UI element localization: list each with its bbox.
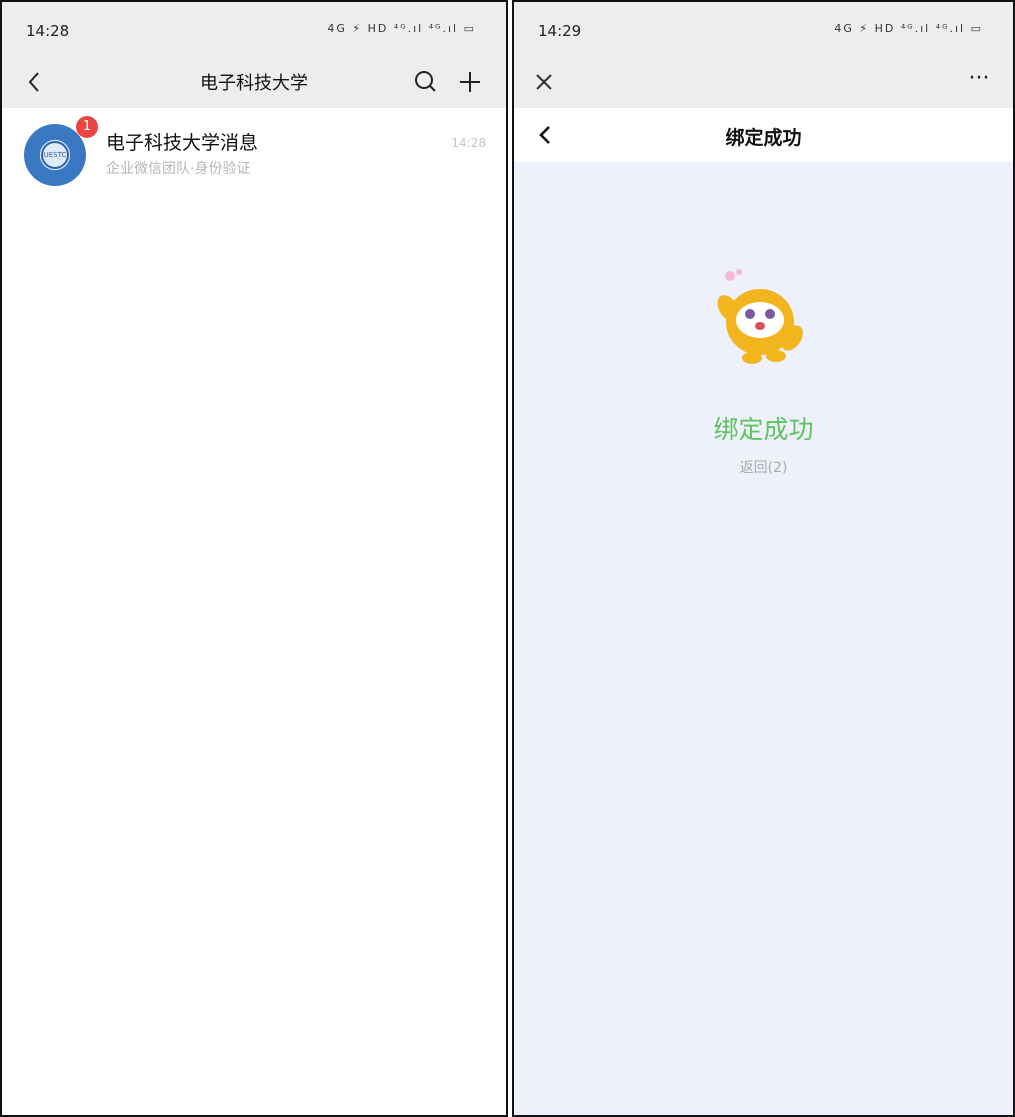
- message-preview: 企业微信团队·身份验证: [106, 161, 251, 177]
- page-title: 绑定成功: [725, 127, 802, 149]
- message-title: 电子科技大学消息: [106, 132, 259, 154]
- page-header: 绑定成功: [514, 108, 1013, 162]
- university-logo-icon: UESTC: [24, 124, 86, 186]
- cheering-mascot-icon: [717, 269, 803, 364]
- status-indicators: 4G ⚡ HD ⁴ᴳ.ıl ⁴ᴳ.ıl ▭: [834, 22, 983, 35]
- plus-icon: [460, 72, 480, 92]
- status-indicators: 4G ⚡ HD ⁴ᴳ.ıl ⁴ᴳ.ıl ▭: [327, 22, 476, 35]
- message-time: 14:28: [451, 136, 486, 150]
- message-row[interactable]: UESTC 1 电子科技大学消息 企业微信团队·身份验证 14:28: [2, 110, 506, 196]
- status-time: 14:28: [26, 22, 70, 40]
- top-bar: ···: [514, 56, 1013, 108]
- search-icon: [415, 71, 436, 92]
- search-button[interactable]: [408, 64, 444, 100]
- left-phone-screen: 14:28 4G ⚡ HD ⁴ᴳ.ıl ⁴ᴳ.ıl ▭ 电子科技大学 UESTC…: [0, 0, 508, 1117]
- success-message: 绑定成功: [713, 415, 814, 444]
- status-bar: 14:29 4G ⚡ HD ⁴ᴳ.ıl ⁴ᴳ.ıl ▭: [514, 2, 1013, 56]
- status-time: 14:29: [538, 22, 582, 40]
- nav-bar: 电子科技大学: [2, 56, 506, 108]
- right-phone-screen: 14:29 4G ⚡ HD ⁴ᴳ.ıl ⁴ᴳ.ıl ▭ ··· 绑定成功 绑定成…: [512, 0, 1015, 1117]
- add-button[interactable]: [452, 64, 488, 100]
- more-button[interactable]: ···: [959, 64, 999, 100]
- status-bar: 14:28 4G ⚡ HD ⁴ᴳ.ıl ⁴ᴳ.ıl ▭: [2, 2, 506, 56]
- close-button[interactable]: [526, 64, 562, 100]
- close-icon: [536, 74, 552, 90]
- return-countdown-link[interactable]: 返回(2): [514, 457, 1013, 477]
- unread-badge: 1: [76, 116, 98, 138]
- logo-emblem: UESTC: [41, 141, 69, 169]
